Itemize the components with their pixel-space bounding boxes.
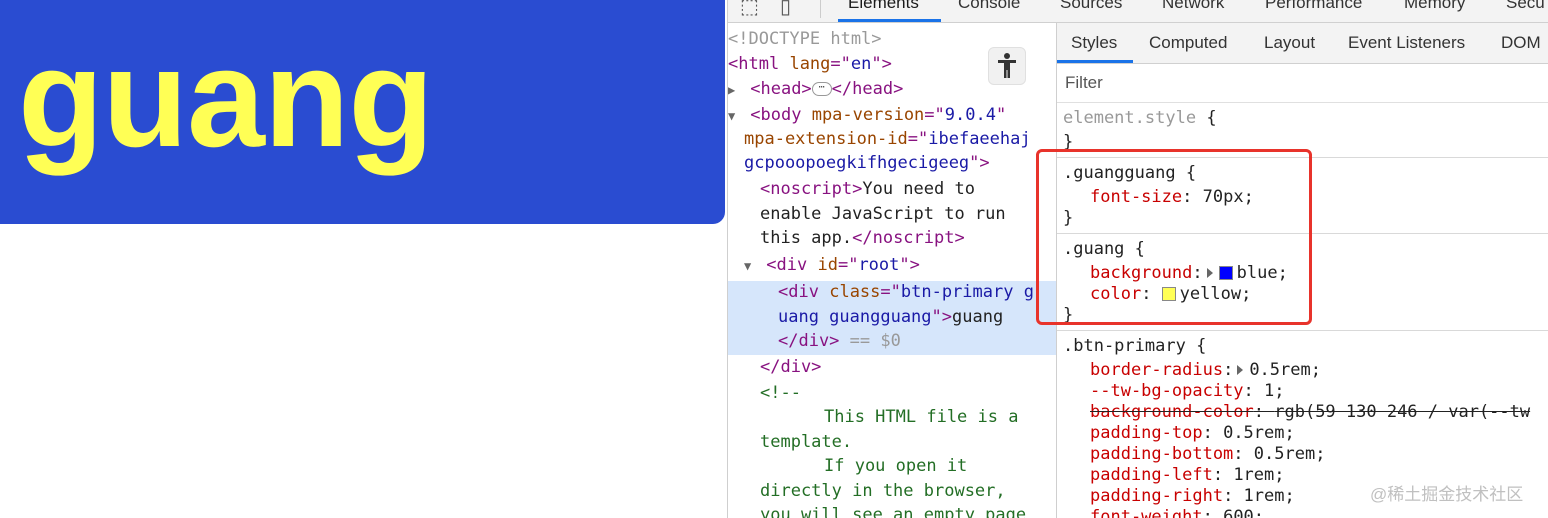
comment-line: This HTML file is a xyxy=(824,407,1019,427)
inspect-element-icon[interactable]: ⬚ xyxy=(740,0,759,19)
tab-memory[interactable]: Memory xyxy=(1404,0,1465,13)
tab-security[interactable]: Secu xyxy=(1506,0,1545,13)
btn-primary-font-weight[interactable]: font-weight: 600; xyxy=(1090,506,1264,518)
subtab-dom[interactable]: DOM xyxy=(1501,33,1541,53)
btn-primary-padding-top[interactable]: padding-top: 0.5rem; xyxy=(1090,422,1295,444)
head-node[interactable]: ▶ <head> ⋯ </head> xyxy=(728,77,903,101)
comment-line: you will see an empty page xyxy=(760,505,1027,518)
toolbar-divider xyxy=(820,0,821,18)
html-node[interactable]: <html lang="en"> xyxy=(728,52,892,76)
root-div-close: </div> xyxy=(760,357,822,377)
collapsed-content-icon[interactable]: ⋯ xyxy=(811,82,832,96)
subtab-computed[interactable]: Computed xyxy=(1149,33,1227,53)
noscript-node[interactable]: <noscript>You need to xyxy=(760,177,975,201)
btn-primary-padding-right[interactable]: padding-right: 1rem; xyxy=(1090,485,1295,507)
noscript-text: enable JavaScript to run xyxy=(760,204,1006,224)
noscript-text-end: this app.</noscript> xyxy=(760,228,965,248)
expand-triangle-icon[interactable] xyxy=(1237,365,1244,375)
styles-filter-input[interactable]: Filter xyxy=(1057,64,1548,103)
active-subtab-indicator xyxy=(1057,60,1133,63)
subtab-styles[interactable]: Styles xyxy=(1071,33,1117,53)
root-div-node[interactable]: ▼ <div id="root"> xyxy=(744,253,920,277)
comment-line: directly in the browser, xyxy=(760,481,1006,501)
page-preview: guang xyxy=(0,0,727,518)
body-node-attr-cont: gcpooopoegkifhgecigeeg"> xyxy=(744,153,990,173)
primary-button[interactable]: guang xyxy=(0,0,725,224)
accessibility-tree-icon[interactable] xyxy=(988,47,1026,85)
comment-open[interactable]: <!-- xyxy=(760,381,801,405)
comment-line: template. xyxy=(760,432,853,452)
tab-sources[interactable]: Sources xyxy=(1060,0,1122,13)
button-text: guang xyxy=(18,19,434,176)
tab-network[interactable]: Network xyxy=(1162,0,1224,13)
btn-primary-border-radius[interactable]: border-radius: 0.5rem; xyxy=(1090,359,1321,381)
btn-primary-padding-bottom[interactable]: padding-bottom: 0.5rem; xyxy=(1090,443,1325,465)
annotation-highlight-box xyxy=(1036,149,1312,325)
styles-subtabs: Styles Computed Layout Event Listeners D… xyxy=(1057,23,1548,64)
dom-tree: <!DOCTYPE html> <html lang="en"> ▶ <head… xyxy=(728,23,1057,518)
device-toolbar-icon[interactable]: ▯ xyxy=(780,0,791,19)
selected-div-class-cont: uang guangguang">guang xyxy=(778,307,1004,327)
tab-elements[interactable]: Elements xyxy=(848,0,919,13)
subtab-layout[interactable]: Layout xyxy=(1264,33,1315,53)
rule-divider xyxy=(1057,330,1548,331)
btn-primary-tw-bg-opacity[interactable]: --tw-bg-opacity: 1; xyxy=(1090,380,1285,402)
selected-div-node[interactable]: <div class="btn-primary g xyxy=(778,280,1034,304)
devtools-tabbar: ⬚ ▯ Elements Console Sources Network Per… xyxy=(728,0,1548,23)
btn-primary-padding-left[interactable]: padding-left: 1rem; xyxy=(1090,464,1285,486)
tab-performance[interactable]: Performance xyxy=(1265,0,1362,13)
body-node-attr: mpa-extension-id="ibefaeehaj xyxy=(744,129,1031,149)
body-node[interactable]: ▼ <body mpa-version="9.0.4" xyxy=(728,103,1006,127)
btn-primary-selector[interactable]: .btn-primary { xyxy=(1063,335,1206,357)
doctype-line[interactable]: <!DOCTYPE html> xyxy=(728,27,882,51)
selected-div-close: </div> == $0 xyxy=(778,331,901,351)
watermark: @稀土掘金技术社区 xyxy=(1370,485,1524,504)
btn-primary-background-color[interactable]: background-color: rgb(59 130 246 / var(-… xyxy=(1090,401,1530,423)
comment-line: If you open it xyxy=(824,456,968,476)
subtab-event-listeners[interactable]: Event Listeners xyxy=(1348,33,1465,53)
tab-console[interactable]: Console xyxy=(958,0,1020,13)
element-style-selector[interactable]: element.style { xyxy=(1063,107,1217,129)
active-tab-indicator xyxy=(838,19,941,22)
